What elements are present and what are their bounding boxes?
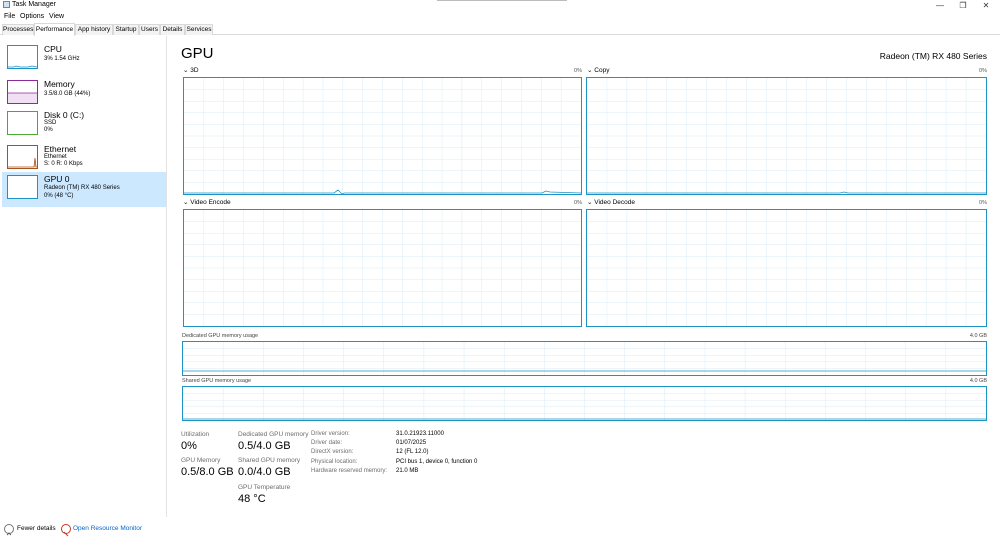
- engine-video-encode-pct: 0%: [574, 200, 582, 206]
- sidebar-cpu-name: CPU: [44, 44, 62, 54]
- tab-app-history[interactable]: App history: [75, 24, 113, 35]
- engine-3d-label[interactable]: ⌄ 3D: [183, 67, 199, 75]
- gpu-thumbnail-graph: [7, 175, 38, 199]
- shared-memory-graph-label: Shared GPU memory usage: [182, 378, 252, 384]
- hardware-reserved-memory-label: Hardware reserved memory:: [311, 468, 388, 474]
- sidebar-gpu-model: Radeon (TM) RX 480 Series: [44, 185, 120, 191]
- shared-memory-value: 0.0/4.0 GB: [238, 466, 291, 478]
- sidebar-ethernet-name: Ethernet: [44, 144, 77, 154]
- task-manager-icon: [3, 1, 10, 8]
- fewer-details-link[interactable]: Fewer details: [17, 525, 56, 533]
- sidebar-disk-type: SSD: [44, 120, 57, 126]
- engine-video-encode-name: Video Encode: [190, 199, 231, 206]
- sidebar-item-disk[interactable]: Disk 0 (C:) SSD 0%: [2, 108, 166, 143]
- tab-processes[interactable]: Processes: [2, 24, 34, 35]
- page-title: GPU: [181, 45, 214, 62]
- engine-video-encode-grid: [184, 210, 581, 326]
- sidebar-memory-detail: 3.5/8.0 GB (44%): [44, 91, 91, 97]
- sidebar-gpu-usage: 0% (48 °C): [44, 193, 74, 199]
- sidebar-ethernet-type: Ethernet: [44, 154, 67, 160]
- engine-3d-grid: [184, 78, 581, 194]
- physical-location-value: PCI bus 1, device 0, function 0: [396, 459, 478, 465]
- dedicated-memory-grid: [183, 342, 986, 375]
- engine-copy-grid: [587, 78, 986, 194]
- sidebar-item-memory[interactable]: Memory 3.5/8.0 GB (44%): [2, 77, 166, 112]
- engine-copy-label[interactable]: ⌄ Copy: [587, 67, 609, 75]
- sidebar-disk-usage: 0%: [44, 127, 53, 133]
- tab-users[interactable]: Users: [139, 24, 160, 35]
- engine-copy-name: Copy: [594, 67, 610, 74]
- ethernet-thumbnail-graph: [7, 145, 38, 169]
- tab-performance[interactable]: Performance: [34, 23, 75, 36]
- dedicated-memory-label: Dedicated GPU memory: [238, 431, 309, 438]
- menu-view[interactable]: View: [49, 12, 64, 21]
- gpu-temperature-value: 48 °C: [238, 493, 266, 505]
- engine-video-encode-label[interactable]: ⌄ Video Encode: [183, 199, 231, 207]
- sidebar-item-gpu[interactable]: GPU 0 Radeon (TM) RX 480 Series 0% (48 °…: [2, 172, 166, 207]
- minimize-button[interactable]: —: [928, 0, 952, 11]
- dedicated-memory-graph: [182, 341, 987, 376]
- title-bar-divider: [437, 0, 567, 1]
- engine-video-encode-graph: [183, 209, 582, 327]
- sidebar-gpu-name: GPU 0: [44, 174, 70, 184]
- disk-thumbnail-graph: [7, 111, 38, 135]
- driver-version-label: Driver version:: [311, 431, 350, 437]
- memory-thumbnail-graph: [7, 80, 38, 104]
- close-button[interactable]: ✕: [974, 0, 998, 11]
- hardware-reserved-memory-value: 21.0 MB: [396, 468, 419, 474]
- menu-bar: File Options View: [0, 11, 1000, 22]
- engine-video-decode-name: Video Decode: [594, 199, 635, 206]
- tab-startup[interactable]: Startup: [113, 24, 139, 35]
- sidebar-memory-name: Memory: [44, 79, 75, 89]
- engine-3d-graph: [183, 77, 582, 195]
- engine-copy-graph: [586, 77, 987, 195]
- open-resource-monitor-link[interactable]: Open Resource Monitor: [73, 525, 142, 533]
- cpu-thumbnail-graph: [7, 45, 38, 69]
- driver-date-value: 01/07/2025: [396, 440, 427, 446]
- dedicated-memory-graph-label: Dedicated GPU memory usage: [182, 333, 259, 339]
- engine-video-decode-label[interactable]: ⌄ Video Decode: [587, 199, 635, 207]
- resource-monitor-icon[interactable]: [61, 524, 71, 537]
- directx-version-value: 12 (FL 12.0): [396, 449, 429, 455]
- engine-video-decode-pct: 0%: [979, 200, 987, 206]
- dedicated-memory-value: 0.5/4.0 GB: [238, 440, 291, 452]
- sidebar-item-cpu[interactable]: CPU 3% 1.54 GHz: [2, 42, 166, 77]
- sidebar-disk-name: Disk 0 (C:): [44, 110, 85, 120]
- maximize-button[interactable]: ❐: [951, 0, 975, 11]
- driver-version-value: 31.0.21923.11000: [396, 431, 444, 437]
- utilization-value: 0%: [181, 440, 197, 452]
- gpu-model-name: Radeon (TM) RX 480 Series: [879, 51, 987, 61]
- shared-memory-label: Shared GPU memory: [238, 457, 301, 464]
- menu-file[interactable]: File: [4, 12, 15, 21]
- resource-sidebar: CPU 3% 1.54 GHz Memory 3.5/8.0 GB (44%) …: [0, 36, 167, 517]
- title-bar: Task Manager — ❐ ✕: [0, 0, 1000, 11]
- physical-location-label: Physical location:: [311, 459, 358, 465]
- tab-bar: Processes Performance App history Startu…: [0, 23, 1000, 36]
- menu-options[interactable]: Options: [20, 12, 44, 21]
- driver-date-label: Driver date:: [311, 440, 343, 446]
- sidebar-cpu-detail: 3% 1.54 GHz: [44, 56, 80, 62]
- engine-video-decode-graph: [586, 209, 987, 327]
- gpu-temperature-label: GPU Temperature: [238, 484, 291, 491]
- engine-video-decode-grid: [587, 210, 986, 326]
- shared-memory-graph: [182, 386, 987, 421]
- gpu-memory-label: GPU Memory: [181, 457, 221, 464]
- dedicated-memory-graph-max: 4.0 GB: [969, 333, 987, 339]
- shared-memory-grid: [183, 387, 986, 420]
- chevron-up-icon[interactable]: [4, 524, 14, 536]
- engine-copy-pct: 0%: [979, 68, 987, 74]
- utilization-label: Utilization: [181, 431, 210, 438]
- engine-3d-pct: 0%: [574, 68, 582, 74]
- gpu-memory-value: 0.5/8.0 GB: [181, 466, 234, 478]
- engine-3d-name: 3D: [190, 67, 199, 74]
- window-title: Task Manager: [12, 1, 56, 8]
- tab-services[interactable]: Services: [185, 24, 213, 35]
- sidebar-ethernet-throughput: S: 0 R: 0 Kbps: [44, 161, 83, 167]
- tab-details[interactable]: Details: [160, 24, 185, 35]
- directx-version-label: DirectX version:: [311, 449, 354, 455]
- shared-memory-graph-max: 4.0 GB: [969, 378, 987, 384]
